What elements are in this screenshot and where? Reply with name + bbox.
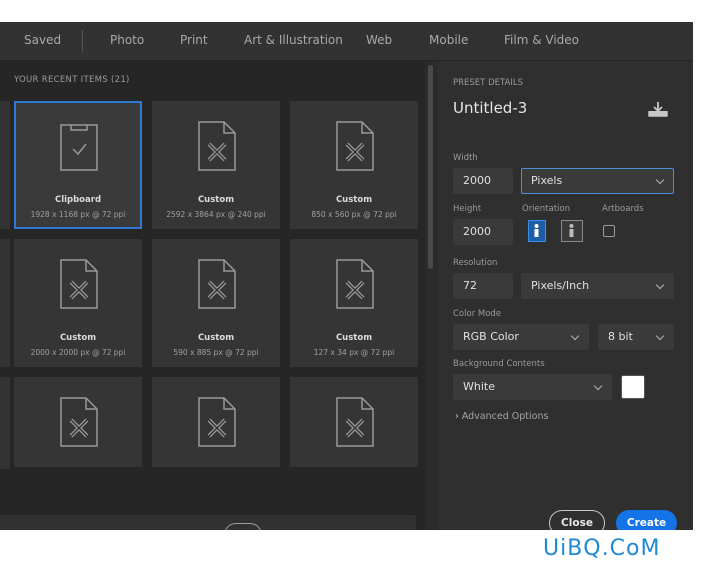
- watermark-text: UiBQ.CoM: [543, 536, 661, 561]
- recent-item-card[interactable]: Custom 590 x 885 px @ 72 ppi: [152, 239, 280, 367]
- tab-web[interactable]: Web: [366, 33, 392, 47]
- advanced-options-toggle[interactable]: › Advanced Options: [455, 411, 548, 422]
- tab-print[interactable]: Print: [180, 33, 208, 47]
- tab-divider: [82, 30, 83, 52]
- recent-item-card[interactable]: Custom 127 x 34 px @ 72 ppi: [290, 239, 418, 367]
- document-icon: [336, 397, 374, 447]
- save-preset-icon[interactable]: [648, 101, 668, 117]
- background-contents-label: Background Contents: [453, 359, 545, 369]
- bit-depth-select[interactable]: 8 bit: [598, 324, 674, 350]
- partial-card: [0, 377, 10, 469]
- color-mode-label: Color Mode: [453, 309, 502, 319]
- recent-item-meta: 1928 x 1168 px @ 72 ppi: [30, 210, 126, 219]
- document-icon: [60, 259, 98, 309]
- recent-items-scrollbar[interactable]: [428, 65, 433, 269]
- artboards-checkbox[interactable]: [603, 225, 615, 237]
- partial-card: [0, 239, 10, 367]
- width-input[interactable]: 2000: [453, 168, 513, 194]
- document-icon: [60, 397, 98, 447]
- recent-item-meta: 590 x 885 px @ 72 ppi: [173, 348, 259, 357]
- tab-mobile[interactable]: Mobile: [429, 33, 468, 47]
- width-label: Width: [453, 153, 478, 163]
- recent-item-meta: 2592 x 3864 px @ 240 ppi: [166, 210, 266, 219]
- document-icon: [198, 121, 236, 171]
- recent-item-name: Custom: [335, 195, 373, 205]
- portrait-orientation-button[interactable]: [528, 220, 546, 242]
- width-unit-select[interactable]: Pixels: [521, 168, 674, 194]
- recent-item-name: Custom: [197, 333, 235, 343]
- resolution-label: Resolution: [453, 258, 498, 268]
- recent-item-name: Custom: [59, 333, 97, 343]
- recent-item-card[interactable]: Custom 2000 x 2000 px @ 72 ppi: [14, 239, 142, 367]
- recent-item-name: Custom: [335, 333, 373, 343]
- recent-item-card[interactable]: [14, 377, 142, 467]
- artboards-label: Artboards: [602, 204, 644, 214]
- background-color-swatch[interactable]: [621, 375, 645, 399]
- create-button[interactable]: Create: [616, 510, 677, 530]
- clipboard-icon: [60, 124, 98, 171]
- stock-search-bar: Go: [0, 515, 416, 530]
- recent-item-card[interactable]: Custom 2592 x 3864 px @ 240 ppi: [152, 101, 280, 229]
- tab-photo[interactable]: Photo: [110, 33, 144, 47]
- preset-details-heading: PRESET DETAILS: [453, 78, 523, 88]
- document-icon: [198, 259, 236, 309]
- tab-saved[interactable]: Saved: [24, 33, 61, 47]
- recent-item-card[interactable]: [152, 377, 280, 467]
- document-icon: [336, 121, 374, 171]
- recent-items-count: (21): [111, 75, 130, 85]
- landscape-orientation-button[interactable]: [561, 220, 583, 242]
- recent-items-heading: YOUR RECENT ITEMS (21): [14, 75, 130, 85]
- recent-item-card[interactable]: [290, 377, 418, 467]
- recent-items-panel: YOUR RECENT ITEMS (21) Clipboard 1928 x …: [0, 61, 425, 530]
- portrait-icon: [534, 224, 539, 237]
- preset-tab-bar: Saved Photo Print Art & Illustration Web…: [0, 22, 693, 61]
- height-input[interactable]: 2000: [453, 219, 513, 245]
- close-button[interactable]: Close: [549, 510, 605, 530]
- tab-art-illustration[interactable]: Art & Illustration: [244, 33, 343, 47]
- orientation-label: Orientation: [522, 204, 570, 214]
- recent-item-name: Clipboard: [54, 195, 102, 205]
- new-document-dialog: Saved Photo Print Art & Illustration Web…: [0, 22, 693, 530]
- recent-item-card[interactable]: Clipboard 1928 x 1168 px @ 72 ppi: [14, 101, 142, 229]
- chevron-right-icon: ›: [455, 411, 459, 422]
- recent-item-meta: 2000 x 2000 px @ 72 ppi: [30, 348, 126, 357]
- go-button[interactable]: Go: [224, 523, 262, 530]
- partial-card: [0, 101, 10, 229]
- document-icon: [336, 259, 374, 309]
- landscape-icon: [569, 224, 574, 237]
- background-contents-select[interactable]: White: [453, 374, 612, 400]
- recent-item-meta: 850 x 560 px @ 72 ppi: [311, 210, 397, 219]
- recent-item-name: Custom: [197, 195, 235, 205]
- preset-details-panel: PRESET DETAILS Untitled-3 Width 2000 Pix…: [438, 61, 693, 530]
- stock-search-input[interactable]: [0, 525, 210, 530]
- height-label: Height: [453, 204, 482, 214]
- tab-film-video[interactable]: Film & Video: [504, 33, 579, 47]
- color-mode-select[interactable]: RGB Color: [453, 324, 589, 350]
- recent-item-card[interactable]: Custom 850 x 560 px @ 72 ppi: [290, 101, 418, 229]
- recent-item-meta: 127 x 34 px @ 72 ppi: [313, 348, 395, 357]
- resolution-input[interactable]: 72: [453, 273, 513, 299]
- document-icon: [198, 397, 236, 447]
- document-name[interactable]: Untitled-3: [453, 99, 527, 117]
- resolution-unit-select[interactable]: Pixels/Inch: [521, 273, 674, 299]
